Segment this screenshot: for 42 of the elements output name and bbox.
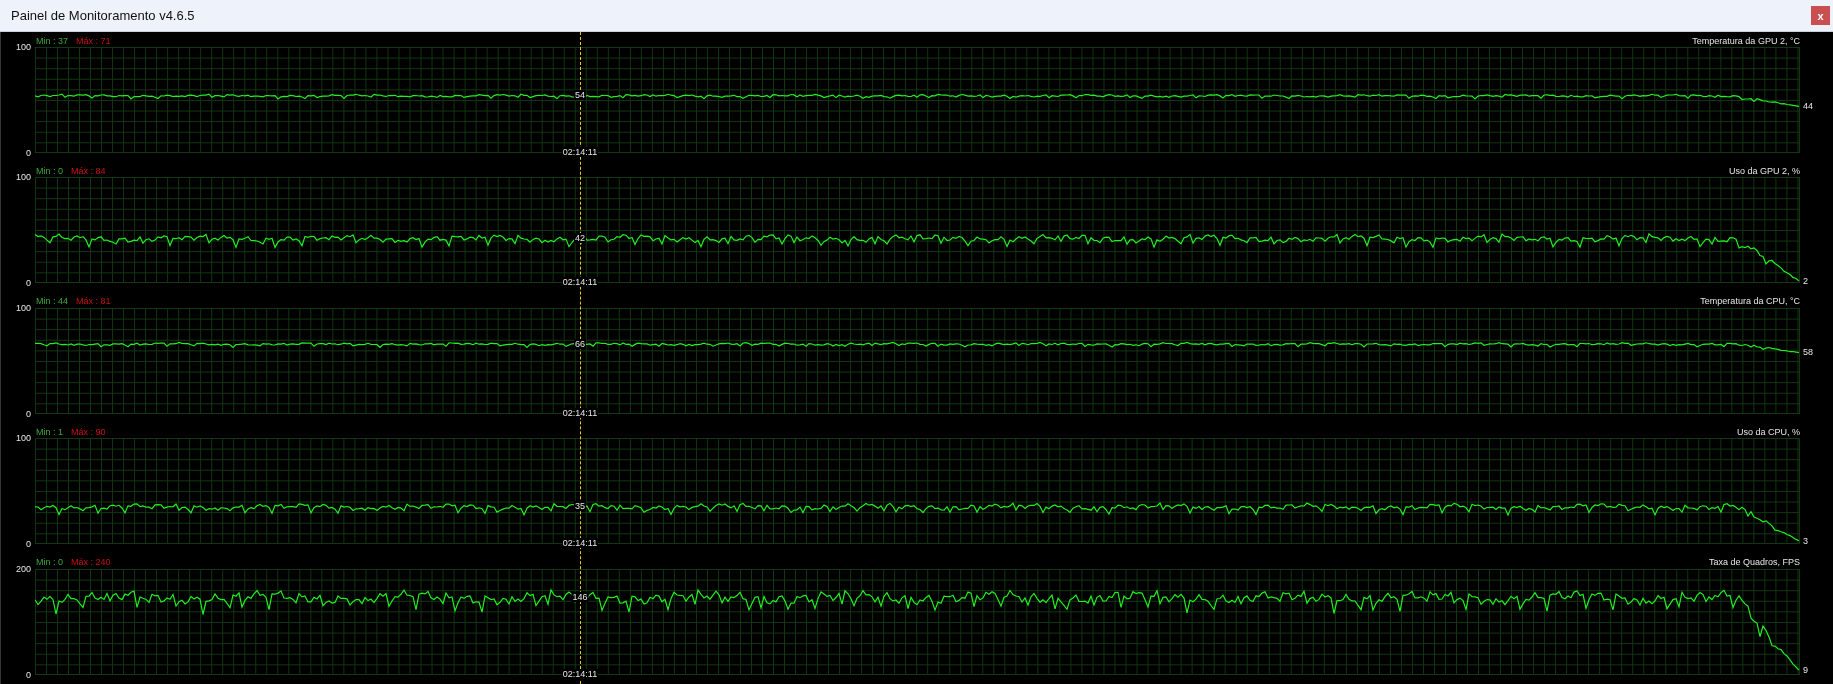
max-label: Máx : 90 — [71, 426, 106, 437]
max-label: Máx : 81 — [76, 296, 111, 307]
cursor-time: 02:14:11 — [561, 668, 599, 679]
cursor-time: 02:14:11 — [561, 277, 599, 288]
max-label: Máx : 84 — [71, 165, 106, 176]
cursor-time: 02:14:11 — [561, 147, 599, 157]
min-label: Min : 44 — [36, 296, 68, 307]
axis-max-label: 100 — [15, 172, 31, 183]
graph-title: Temperatura da GPU 2, °C — [1692, 35, 1800, 46]
axis-min-label: 0 — [26, 539, 31, 550]
min-label: Min : 0 — [36, 557, 63, 568]
current-value: 58 — [1803, 347, 1813, 358]
current-value: 9 — [1803, 664, 1808, 675]
cursor-time: 02:14:11 — [561, 538, 599, 549]
axis-max-label: 100 — [15, 42, 31, 52]
min-label: Min : 0 — [36, 165, 63, 176]
cursor-value: 146 — [571, 591, 589, 602]
min-label: Min : 1 — [36, 426, 63, 437]
graph-title: Temperatura da CPU, °C — [1700, 296, 1800, 307]
graph-title: Uso da CPU, % — [1736, 426, 1800, 437]
axis-min-label: 0 — [26, 669, 31, 680]
cursor-time: 02:14:11 — [561, 407, 599, 418]
axis-max-label: 100 — [15, 433, 31, 444]
close-button[interactable]: x — [1811, 6, 1830, 25]
axis-max-label: 100 — [15, 302, 31, 313]
graph-title: Taxa de Quadros, FPS — [1708, 557, 1800, 568]
axis-min-label: 0 — [26, 408, 31, 419]
cursor-value: 54 — [574, 90, 586, 101]
window-title: Painel de Monitoramento v4.6.5 — [11, 8, 195, 23]
cursor-value: 66 — [574, 338, 586, 349]
max-label: Máx : 71 — [76, 35, 111, 46]
axis-max-label: 200 — [15, 563, 31, 574]
cursor-value: 35 — [574, 501, 586, 512]
axis-min-label: 0 — [26, 148, 31, 158]
current-value: 44 — [1803, 101, 1813, 112]
current-value: 3 — [1803, 536, 1808, 547]
max-label: Máx : 240 — [71, 557, 111, 568]
axis-min-label: 0 — [26, 278, 31, 289]
current-value: 2 — [1803, 276, 1808, 287]
cursor-value: 42 — [574, 233, 586, 244]
min-label: Min : 37 — [36, 35, 68, 46]
graph-title: Uso da GPU 2, % — [1728, 165, 1800, 176]
